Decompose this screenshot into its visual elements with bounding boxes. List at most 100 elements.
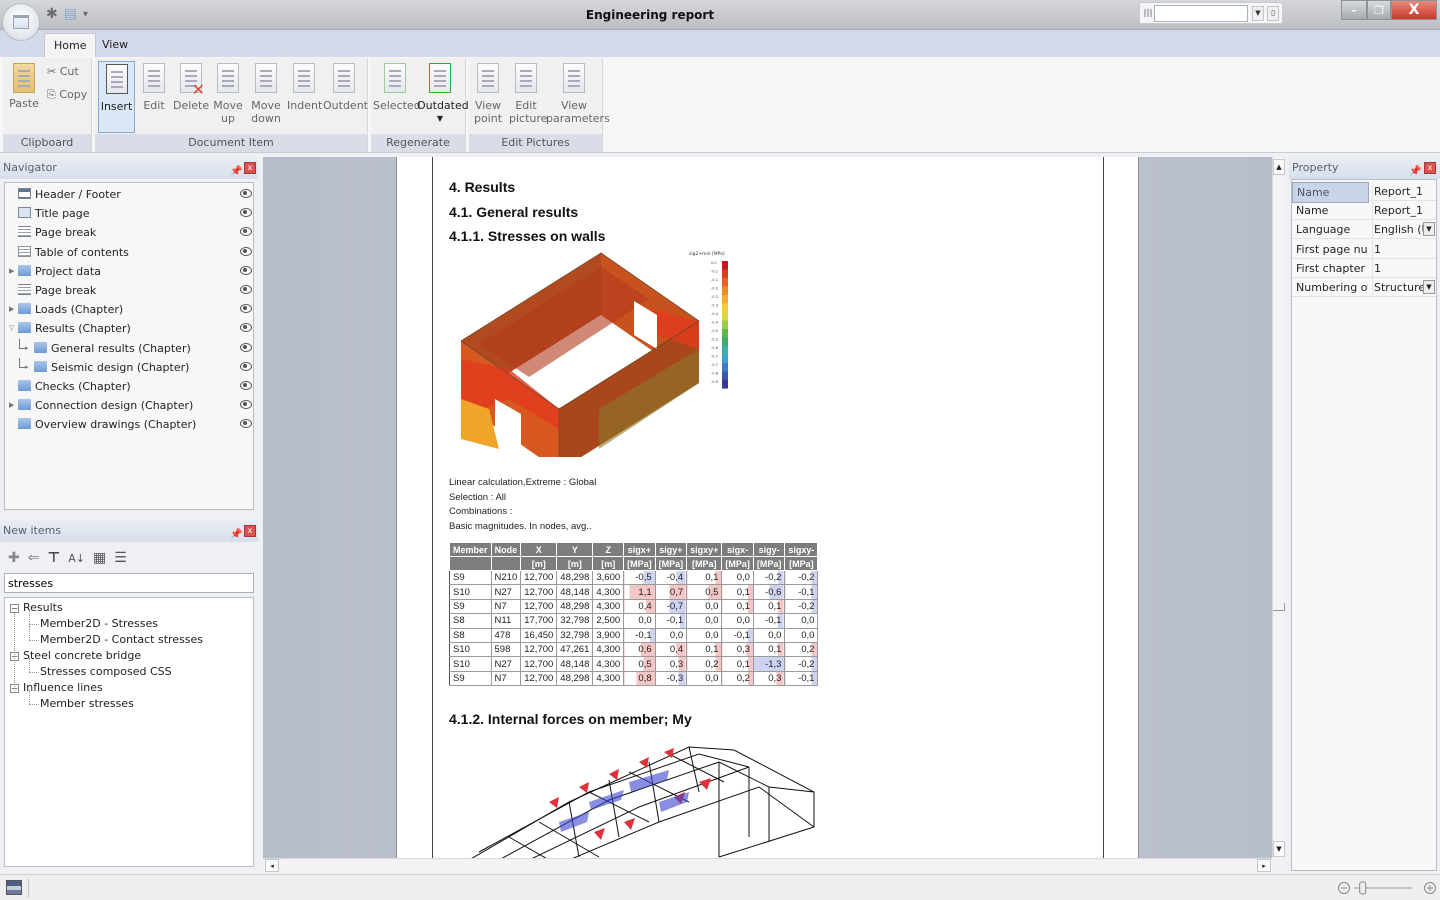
horizontal-scrollbar[interactable]: ◂ ▸ <box>263 858 1272 872</box>
layout-icon[interactable] <box>6 880 22 895</box>
dropdown-arrow-icon[interactable]: ▼ <box>1423 280 1435 294</box>
zoom-thumb[interactable] <box>1359 881 1367 895</box>
close-panel-icon[interactable]: x <box>244 162 256 174</box>
copy-button[interactable]: ⎘ Copy <box>47 88 87 102</box>
regenerate-outdated-icon <box>429 63 451 93</box>
navigator-item[interactable]: Table of contents <box>5 243 253 262</box>
property-row[interactable]: Language English (Un ▼ <box>1292 220 1436 240</box>
navigator-item[interactable]: Page break <box>5 223 253 242</box>
dropdown-arrow-icon[interactable]: ▼ <box>417 112 463 125</box>
navigator-item[interactable]: ▸ General results (Chapter) <box>5 338 253 358</box>
minimize-button[interactable]: – <box>1341 0 1367 20</box>
expand-toggle-icon[interactable]: ▽ <box>9 319 17 338</box>
visibility-eye-icon[interactable] <box>240 342 252 352</box>
wall-stress-figure[interactable]: sig2+min [MPa] 0.0 -0.1 -0.1 -0.2 -0.2 -0.3 -0… <box>449 249 735 457</box>
back-arrow-icon[interactable]: ⇐ <box>28 550 40 566</box>
delete-button[interactable]: ✕ Delete <box>173 61 209 112</box>
visibility-eye-icon[interactable] <box>240 323 252 333</box>
property-row[interactable]: Name Report_1 <box>1292 182 1436 203</box>
navigator-item[interactable]: ▶ Loads (Chapter) <box>5 300 253 319</box>
edit-picture-button[interactable]: Edit picture <box>507 61 547 125</box>
paste-button[interactable]: Paste <box>6 61 42 110</box>
pin-icon[interactable]: 📌 <box>230 524 242 546</box>
cut-button[interactable]: ✂ Cut <box>47 65 79 78</box>
new-items-search-input[interactable] <box>4 573 254 593</box>
view-point-button[interactable]: View point <box>471 61 505 125</box>
property-value[interactable]: 1 <box>1372 258 1434 278</box>
tree-category[interactable]: Steel concrete bridge <box>23 648 141 664</box>
property-row[interactable]: Numbering of ...Structured▼ <box>1292 278 1436 297</box>
visibility-eye-icon[interactable] <box>240 400 252 410</box>
indent-button[interactable]: Indent <box>287 61 322 112</box>
scroll-down-button[interactable]: ▼ <box>1273 841 1285 857</box>
visibility-eye-icon[interactable] <box>240 227 252 237</box>
outdent-button[interactable]: Outdent <box>323 61 368 112</box>
scroll-thumb[interactable] <box>1273 603 1285 611</box>
expand-toggle-icon[interactable]: ▶ <box>9 262 17 281</box>
scroll-up-button[interactable]: ▲ <box>1273 159 1285 175</box>
navigator-item[interactable]: Page break <box>5 281 253 300</box>
navigator-item[interactable]: Overview drawings (Chapter) <box>5 415 253 434</box>
navigator-item[interactable]: ▶ Project data <box>5 262 253 281</box>
filter-icon[interactable]: ⊤ <box>47 550 60 566</box>
navigator-item[interactable]: Checks (Chapter) <box>5 377 253 396</box>
expand-toggle-icon[interactable]: ▶ <box>9 300 17 319</box>
navigator-item[interactable]: ▽ Results (Chapter) <box>5 319 253 338</box>
tree-item[interactable]: Member2D - Contact stresses <box>40 632 203 648</box>
visibility-eye-icon[interactable] <box>240 381 252 390</box>
tree-item[interactable]: Stresses composed CSS <box>40 664 172 680</box>
close-panel-icon[interactable]: x <box>1424 162 1436 174</box>
group-icon[interactable]: ▦ <box>93 550 106 566</box>
search-input[interactable] <box>1154 5 1248 22</box>
pin-icon[interactable]: 📌 <box>230 161 242 183</box>
visibility-eye-icon[interactable] <box>240 285 252 294</box>
property-value[interactable]: Report_1 <box>1372 182 1434 201</box>
window-toggle-button[interactable]: ▯ <box>1267 6 1279 21</box>
property-row[interactable]: Name Report_1 <box>1292 201 1436 221</box>
property-key: First chapter n... <box>1296 261 1368 275</box>
navigator-item[interactable]: Header / Footer <box>5 185 253 204</box>
application-menu-button[interactable] <box>2 3 40 41</box>
regenerate-outdated-button[interactable]: Outdated ▼ <box>417 61 469 125</box>
tree-item[interactable]: Member2D - Stresses <box>40 616 158 632</box>
maximize-button[interactable]: ❐ <box>1367 0 1391 20</box>
tab-view[interactable]: View <box>93 33 137 57</box>
tree-item[interactable]: Member stresses <box>40 696 134 712</box>
property-row[interactable]: First page nu... 1 <box>1292 239 1436 259</box>
property-row[interactable]: First chapter n... 1 <box>1292 258 1436 278</box>
property-value[interactable]: 1 <box>1372 239 1434 259</box>
visibility-eye-icon[interactable] <box>240 208 252 218</box>
visibility-eye-icon[interactable] <box>240 361 252 371</box>
close-button[interactable]: X <box>1391 0 1437 20</box>
tab-home[interactable]: Home <box>44 33 97 57</box>
regenerate-selected-button[interactable]: Selected <box>373 61 421 112</box>
tree-category[interactable]: Influence lines <box>23 680 103 696</box>
expand-toggle-icon[interactable]: ▶ <box>9 396 17 415</box>
navigator-item[interactable]: Title page <box>5 204 253 223</box>
move-down-button[interactable]: Move down <box>248 61 284 125</box>
vertical-scrollbar[interactable]: ▲ ▼ <box>1272 157 1285 858</box>
visibility-eye-icon[interactable] <box>240 246 252 256</box>
visibility-eye-icon[interactable] <box>240 419 252 429</box>
navigator-item[interactable]: ▸ Seismic design (Chapter) <box>5 357 253 377</box>
edit-button[interactable]: Edit <box>138 61 170 112</box>
visibility-eye-icon[interactable] <box>240 304 252 314</box>
view-parameters-button[interactable]: View parameters <box>545 61 610 125</box>
scroll-left-button[interactable]: ◂ <box>265 859 279 872</box>
sort-alpha-icon[interactable]: A↓ <box>68 552 85 565</box>
scroll-right-button[interactable]: ▸ <box>1257 859 1271 872</box>
property-value[interactable]: Report_1 <box>1372 201 1434 221</box>
dropdown-arrow-icon[interactable]: ▼ <box>1423 222 1435 237</box>
internal-forces-figure[interactable] <box>449 742 829 858</box>
dropdown-button[interactable]: ▼ <box>1252 6 1264 21</box>
insert-button[interactable]: Insert <box>98 61 135 133</box>
add-icon[interactable]: ✚ <box>8 550 20 566</box>
navigator-item[interactable]: ▶ Connection design (Chapter) <box>5 396 253 415</box>
close-panel-icon[interactable]: x <box>244 525 256 537</box>
zoom-slider[interactable] <box>1336 880 1440 896</box>
visibility-eye-icon[interactable] <box>240 189 252 198</box>
list-icon[interactable]: ☰ <box>114 550 127 566</box>
visibility-eye-icon[interactable] <box>240 265 252 275</box>
collapse-toggle-icon[interactable]: − <box>10 604 19 613</box>
move-up-button[interactable]: Move up <box>211 61 245 125</box>
